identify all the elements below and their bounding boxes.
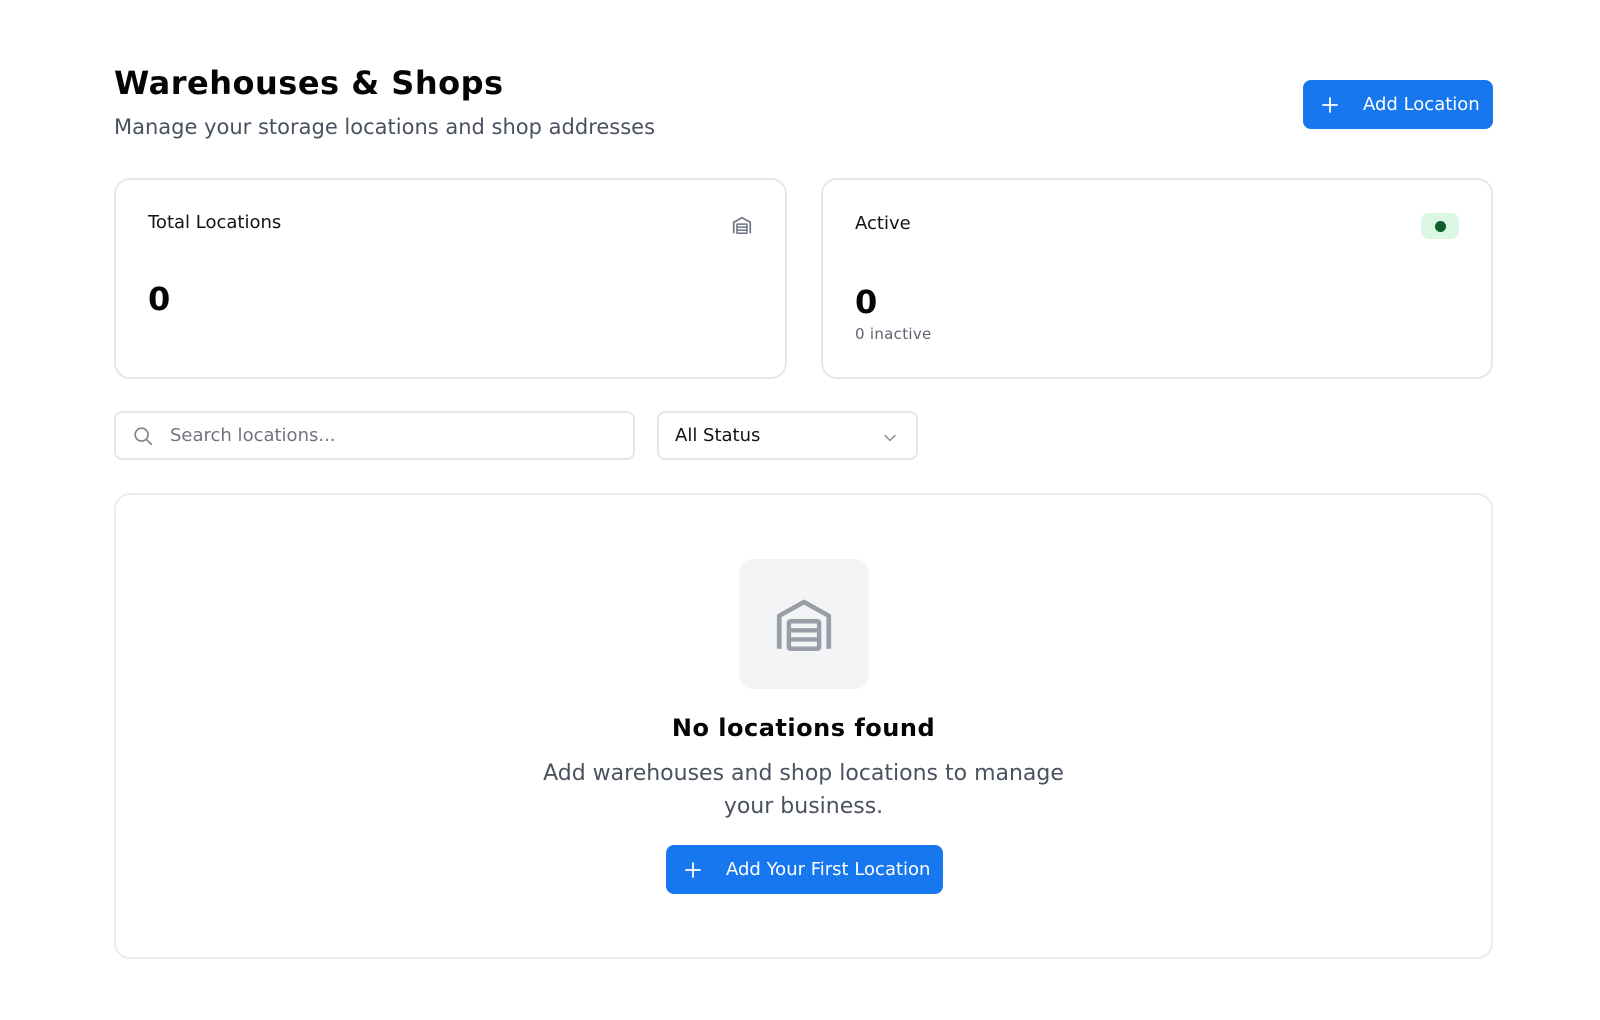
status-filter-select[interactable]: All Status [657, 411, 918, 460]
empty-state-icon-box [739, 559, 869, 689]
warehouse-icon [732, 216, 752, 234]
empty-state-title: No locations found [671, 714, 936, 742]
plus-icon [1322, 96, 1338, 113]
active-locations-card: Active 0 0 inactive [821, 178, 1493, 379]
total-locations-value: 0 [148, 280, 171, 318]
add-location-button[interactable]: Add Location [1303, 80, 1493, 129]
empty-state-panel: No locations found Add warehouses and sh… [114, 493, 1493, 959]
search-box [114, 411, 635, 460]
warehouse-icon [776, 599, 832, 651]
active-status-badge [1421, 213, 1459, 239]
total-locations-card: Total Locations 0 [114, 178, 787, 379]
active-locations-label: Active [855, 213, 911, 234]
active-locations-value: 0 [855, 283, 878, 321]
inactive-count: 0 inactive [855, 325, 932, 343]
status-filter-value: All Status [675, 425, 761, 446]
add-first-location-button[interactable]: Add Your First Location [666, 845, 943, 894]
plus-icon [685, 861, 701, 878]
total-locations-label: Total Locations [148, 212, 282, 233]
page-title: Warehouses & Shops [114, 64, 504, 102]
warehouses-page: Warehouses & Shops Manage your storage l… [0, 0, 1600, 1020]
chevron-down-icon [884, 434, 896, 441]
empty-state-description: Add warehouses and shop locations to man… [543, 761, 1064, 819]
active-dot-icon [1434, 220, 1446, 232]
page-subtitle: Manage your storage locations and shop a… [114, 115, 656, 139]
add-location-label: Add Location [1363, 94, 1480, 115]
search-icon [134, 426, 153, 445]
search-input[interactable] [170, 425, 610, 446]
add-first-location-label: Add Your First Location [726, 859, 931, 880]
